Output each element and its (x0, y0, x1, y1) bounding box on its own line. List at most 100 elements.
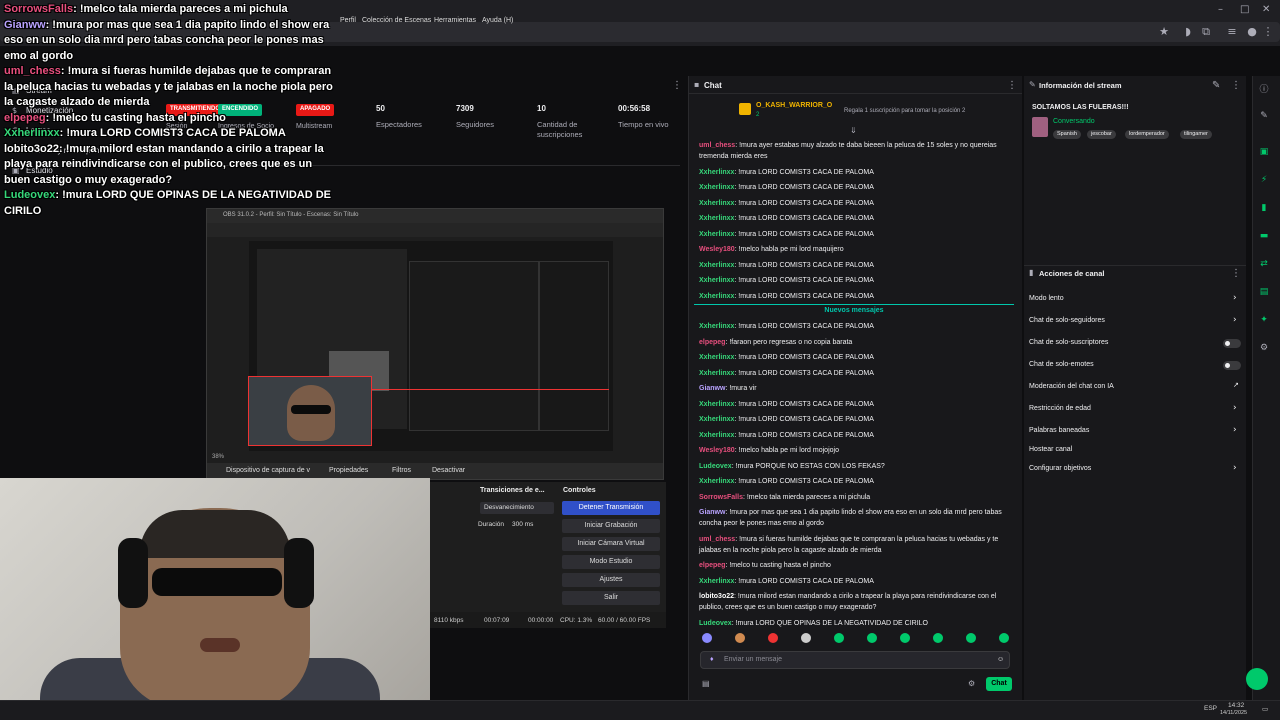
obs-deactivate-button[interactable]: Desactivar (432, 467, 465, 474)
minimize-icon[interactable]: – (1218, 4, 1223, 15)
action-age-restriction[interactable]: Restricción de edad (1029, 405, 1091, 412)
chat-icon[interactable]: ▬ (1258, 230, 1270, 242)
external-link-icon[interactable]: ↗ (1233, 381, 1239, 389)
emote-icon[interactable] (768, 633, 778, 643)
chat-username[interactable]: uml_chess (699, 536, 735, 543)
chat-username[interactable]: Xxherlinxx (699, 401, 734, 408)
action-host-channel[interactable]: Hostear canal (1029, 446, 1072, 453)
tag-spanish[interactable]: Spanish (1053, 130, 1081, 139)
obs-properties-button[interactable]: Propiedades (329, 467, 368, 474)
chat-username[interactable]: lobito3o22 (699, 593, 734, 600)
chat-username[interactable]: Wesley180 (699, 447, 735, 454)
chevron-right-icon[interactable]: › (1233, 425, 1237, 435)
chat-username[interactable]: Xxherlinxx (699, 184, 734, 191)
start-virtual-cam-button[interactable]: Iniciar Cámara Virtual (562, 537, 660, 551)
chat-options-icon[interactable]: ⋮ (1007, 80, 1017, 91)
action-followers-only[interactable]: Chat de solo-seguidores (1029, 317, 1105, 324)
puzzle-icon[interactable]: ⧉ (1200, 26, 1212, 38)
raid-icon[interactable]: ⇄ (1258, 258, 1270, 270)
top-gifter-name[interactable]: O_KASH_WARRIOR_O (756, 102, 832, 109)
chat-username[interactable]: Xxherlinxx (699, 293, 734, 300)
chat-username[interactable]: Wesley180 (699, 246, 735, 253)
chat-username[interactable]: Xxherlinxx (699, 215, 734, 222)
obs-camera-source[interactable] (248, 376, 372, 446)
chat-username[interactable]: Xxherlinxx (699, 169, 734, 176)
chat-username[interactable]: Xxherlinxx (699, 323, 734, 330)
tag-lordemperador[interactable]: lordemperador (1125, 130, 1169, 139)
chat-username[interactable]: Xxherlinxx (699, 478, 734, 485)
stop-stream-button[interactable]: Detener Transmisión (562, 501, 660, 515)
gift-icon[interactable]: ▤ (702, 679, 710, 688)
chat-username[interactable]: Xxherlinxx (699, 578, 734, 585)
profile-icon[interactable]: ● (1246, 26, 1258, 38)
emote-icon[interactable] (801, 633, 811, 643)
keyboard-lang[interactable]: ESP (1204, 705, 1217, 712)
chat-username[interactable]: Xxherlinxx (699, 231, 734, 238)
chat-username[interactable]: Gianww (699, 509, 725, 516)
info-circle-icon[interactable]: ⓘ (1258, 84, 1270, 96)
chat-username[interactable]: Xxherlinxx (699, 370, 734, 377)
exit-button[interactable]: Salir (562, 591, 660, 605)
more-icon[interactable]: ⋮ (1262, 26, 1274, 38)
action-subs-only[interactable]: Chat de solo-suscriptores (1029, 339, 1108, 346)
notification-icon[interactable]: ▭ (1262, 705, 1268, 713)
gift-icon[interactable]: ▤ (1258, 286, 1270, 298)
action-goals[interactable]: Configurar objetivos (1029, 465, 1091, 472)
emote-icon[interactable] (933, 633, 943, 643)
chat-username[interactable]: Xxherlinxx (699, 354, 734, 361)
obs-menu-herramientas[interactable]: Herramientas (434, 17, 476, 24)
maximize-icon[interactable]: □ (1240, 4, 1249, 15)
clip-icon[interactable]: ▣ (1258, 146, 1270, 158)
tag-tilingamer[interactable]: tilingamer (1180, 130, 1212, 139)
emote-icon[interactable] (900, 633, 910, 643)
obs-menu-escenas[interactable]: Colección de Escenas (362, 17, 431, 24)
tag-jescobar[interactable]: jescobar (1087, 130, 1116, 139)
emote-icon[interactable] (702, 633, 712, 643)
action-slow-mode[interactable]: Modo lento (1029, 295, 1064, 302)
stream-category[interactable]: Conversando (1053, 118, 1095, 125)
chat-username[interactable]: Xxherlinxx (699, 200, 734, 207)
emote-only-toggle[interactable] (1223, 361, 1241, 370)
obs-filters-button[interactable]: Filtros (392, 467, 411, 474)
emote-picker-icon[interactable]: ☺ (997, 656, 1004, 663)
lightning-icon[interactable]: ⚡ (1258, 174, 1270, 186)
marker-icon[interactable]: ▮ (1258, 202, 1270, 214)
actions-options-icon[interactable]: ⋮ (1231, 268, 1241, 279)
chat-send-button[interactable]: Chat (986, 677, 1012, 691)
chat-username[interactable]: Xxherlinxx (699, 262, 734, 269)
chevron-right-icon[interactable]: › (1233, 403, 1237, 413)
add-action-button[interactable] (1246, 668, 1268, 690)
chat-username[interactable]: Gianww (699, 385, 725, 392)
clock-time[interactable]: 14:32 (1228, 702, 1244, 709)
emote-icon[interactable] (867, 633, 877, 643)
emote-icon[interactable] (735, 633, 745, 643)
clock-date[interactable]: 14/11/2025 (1220, 710, 1247, 716)
settings-button[interactable]: Ajustes (562, 573, 660, 587)
emote-icon[interactable] (999, 633, 1009, 643)
chat-username[interactable]: Ludeovex (699, 620, 732, 627)
chat-username[interactable]: Xxherlinxx (699, 416, 734, 423)
pencil-icon[interactable]: ✎ (1258, 110, 1270, 122)
obs-menu-ayuda[interactable]: Ayuda (H) (482, 17, 513, 24)
chevron-right-icon[interactable]: › (1233, 315, 1237, 325)
obs-source-name[interactable]: Dispositivo de captura de v (226, 467, 310, 474)
emote-icon[interactable] (966, 633, 976, 643)
emote-icon[interactable] (834, 633, 844, 643)
duration-input[interactable]: 300 ms (512, 521, 533, 528)
chevron-right-icon[interactable]: › (1233, 463, 1237, 473)
panel-options-icon[interactable]: ⋮ (672, 80, 682, 91)
extension-icon[interactable]: ◗ (1182, 26, 1194, 38)
bits-icon[interactable]: ♦ (710, 656, 714, 663)
studio-mode-button[interactable]: Modo Estudio (562, 555, 660, 569)
action-emote-only[interactable]: Chat de solo-emotes (1029, 361, 1094, 368)
subs-only-toggle[interactable] (1223, 339, 1241, 348)
menu-icon[interactable]: ≡ (1226, 26, 1238, 38)
chat-username[interactable]: SorrowsFalls (699, 494, 743, 501)
edit-info-icon[interactable]: ✎ (1212, 80, 1220, 91)
chat-username[interactable]: elpepeg (699, 339, 725, 346)
chevron-right-icon[interactable]: › (1233, 293, 1237, 303)
wrench-icon[interactable]: ✦ (1258, 314, 1270, 326)
settings-icon[interactable]: ⚙ (1258, 342, 1270, 354)
pin-icon[interactable]: ⇓ (850, 126, 857, 135)
chat-username[interactable]: elpepeg (699, 562, 725, 569)
